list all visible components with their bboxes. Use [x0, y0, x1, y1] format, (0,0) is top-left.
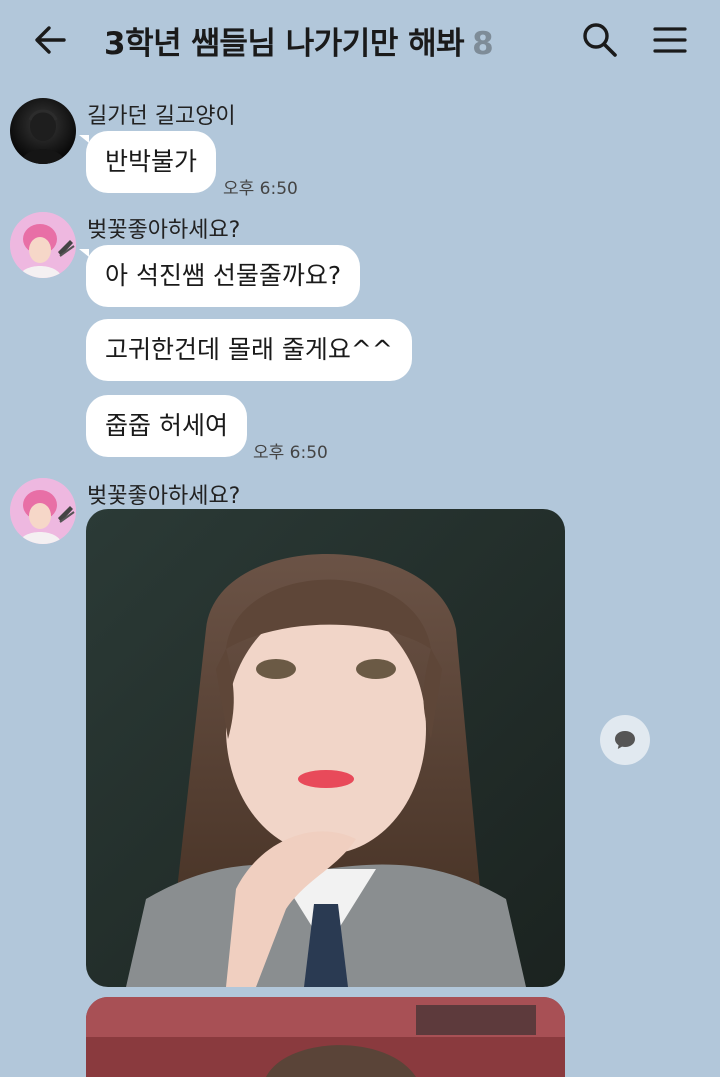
avatar[interactable] — [10, 98, 76, 164]
message-time: 오후 6:50 — [253, 443, 328, 463]
message-bubble[interactable]: 아 석진쌤 선물줄까요? — [78, 245, 361, 307]
avatar[interactable] — [10, 212, 76, 278]
message-bubble[interactable]: 줍줍 허세여 — [86, 395, 247, 457]
search-icon — [583, 23, 617, 57]
chat-bubble-icon — [615, 731, 635, 749]
sender-name: 벚꽃좋아하세요? — [87, 484, 241, 509]
back-button[interactable] — [24, 14, 76, 66]
arrow-left-icon — [35, 26, 66, 54]
photo-message[interactable] — [86, 509, 565, 987]
message-bubble[interactable]: 고귀한건데 몰래 줄게요^^ — [86, 319, 412, 381]
member-count: 8 — [472, 26, 494, 62]
chat-title: 3학년 쌤들님 나가기만 해봐 8 — [104, 18, 494, 63]
sender-name: 길가던 길고양이 — [87, 104, 236, 129]
share-button[interactable] — [600, 715, 650, 765]
message-time: 오후 6:50 — [223, 179, 298, 199]
avatar[interactable] — [10, 478, 76, 544]
photo-message[interactable] — [86, 997, 565, 1077]
chat-header: 3학년 쌤들님 나가기만 해봐 8 — [0, 0, 720, 80]
hamburger-menu-icon — [653, 27, 687, 53]
search-button[interactable] — [574, 14, 626, 66]
menu-button[interactable] — [644, 14, 696, 66]
message-bubble[interactable]: 반박불가 — [78, 131, 217, 193]
sender-name: 벚꽃좋아하세요? — [87, 218, 241, 243]
chat-room-name: 3학년 쌤들님 나가기만 해봐 — [104, 26, 465, 62]
